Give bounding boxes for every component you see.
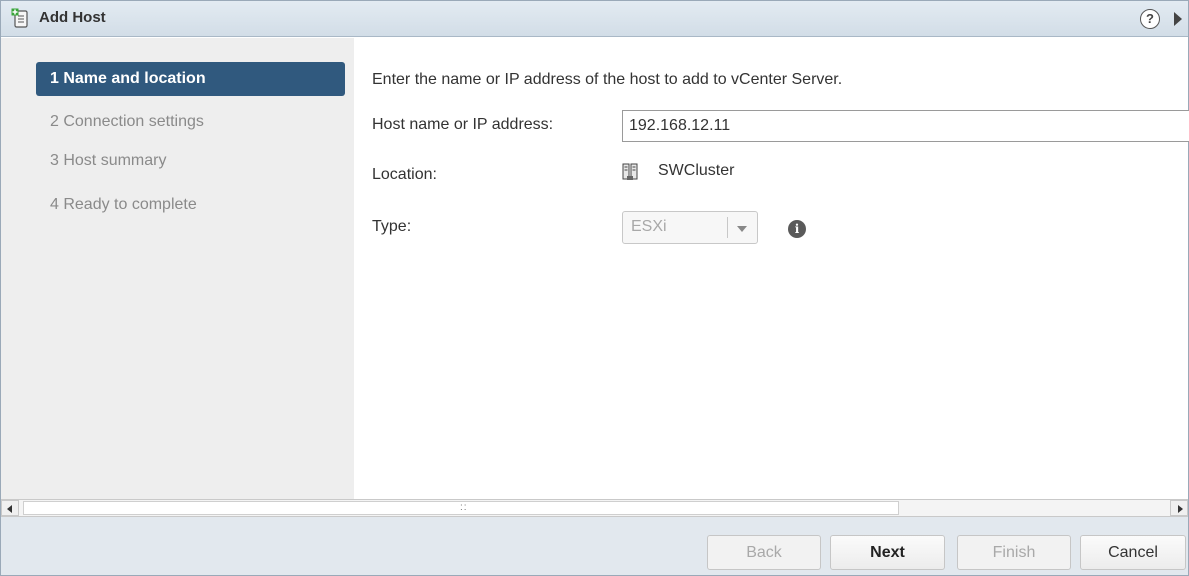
- type-select-value: ESXi: [631, 218, 667, 235]
- step-name-and-location[interactable]: 1 Name and location: [36, 62, 345, 96]
- title-bar: Add Host ?: [1, 1, 1188, 37]
- finish-button[interactable]: Finish: [957, 535, 1071, 570]
- add-host-dialog: Add Host ? 1 Name and location 2 Connect…: [0, 0, 1189, 576]
- help-icon[interactable]: ?: [1140, 9, 1160, 29]
- location-label: Location:: [372, 166, 437, 183]
- step-ready-to-complete: 4 Ready to complete: [50, 196, 197, 213]
- add-host-icon: [11, 8, 28, 28]
- cancel-button[interactable]: Cancel: [1080, 535, 1186, 570]
- host-name-input[interactable]: [622, 110, 1189, 142]
- scroll-left-icon[interactable]: [1, 500, 19, 516]
- step-host-summary: 3 Host summary: [50, 152, 167, 169]
- location-value: SWCluster: [658, 162, 735, 179]
- type-select: ESXi: [622, 211, 758, 244]
- scroll-right-icon[interactable]: [1170, 500, 1188, 516]
- step-connection-settings: 2 Connection settings: [50, 113, 204, 130]
- wizard-steps: 1 Name and location 2 Connection setting…: [1, 38, 354, 499]
- dropdown-caret-icon: [737, 226, 747, 232]
- next-button[interactable]: Next: [830, 535, 945, 570]
- more-arrow-icon[interactable]: [1174, 12, 1182, 26]
- dialog-title: Add Host: [39, 9, 106, 26]
- info-icon[interactable]: i: [788, 220, 806, 238]
- type-label: Type:: [372, 218, 412, 235]
- cluster-icon: [622, 163, 638, 180]
- horizontal-scrollbar[interactable]: ::: [1, 499, 1188, 517]
- host-label: Host name or IP address:: [372, 116, 554, 133]
- scrollbar-thumb[interactable]: ::: [23, 501, 899, 515]
- select-divider: [727, 217, 728, 238]
- intro-text: Enter the name or IP address of the host…: [372, 71, 843, 88]
- back-button[interactable]: Back: [707, 535, 821, 570]
- scrollbar-grip: ::: [460, 502, 468, 513]
- step-content: Enter the name or IP address of the host…: [354, 38, 1189, 499]
- dialog-footer: Back Next Finish Cancel: [1, 517, 1188, 575]
